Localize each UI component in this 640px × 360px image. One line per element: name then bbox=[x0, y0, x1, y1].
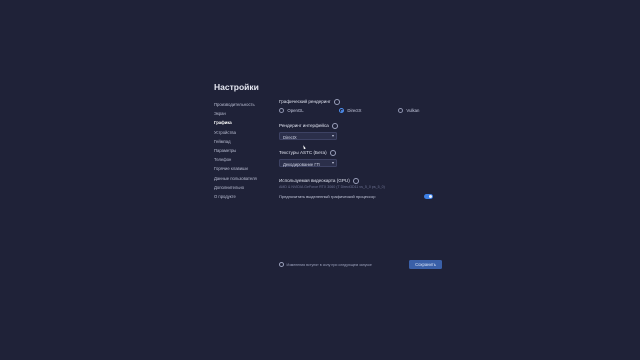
ui-renderer-label: Рендеринг интерфейса bbox=[279, 123, 329, 129]
sidebar-item-phone[interactable]: Телефон bbox=[214, 155, 284, 164]
page-title: Настройки bbox=[214, 82, 259, 92]
radio-circle-icon bbox=[279, 108, 285, 114]
radio-vulkan[interactable]: Vulkan bbox=[398, 108, 420, 114]
ui-renderer-select[interactable]: DirectX bbox=[279, 132, 337, 140]
restart-note-text: Изменения вступят в силу при следующем з… bbox=[286, 262, 372, 267]
prefer-dedicated-gpu-toggle[interactable] bbox=[424, 194, 433, 199]
radio-label: Vulkan bbox=[406, 108, 420, 114]
sidebar-item-devices[interactable]: Устройства bbox=[214, 128, 284, 137]
info-icon[interactable] bbox=[329, 149, 336, 156]
sidebar-item-display[interactable]: Экран bbox=[214, 109, 284, 118]
radio-label: OpenGL bbox=[287, 108, 304, 114]
prefer-dedicated-gpu-label: Предпочитать выделенный графический проц… bbox=[279, 194, 376, 199]
mouse-cursor-icon bbox=[302, 144, 306, 150]
astc-label: Текстуры ASTC (Бета) bbox=[279, 150, 327, 156]
settings-sidebar: Производительность Экран Графика Устройс… bbox=[214, 100, 284, 201]
sidebar-item-gamepad[interactable]: Геймпад bbox=[214, 137, 284, 146]
radio-opengl[interactable]: OpenGL bbox=[279, 108, 304, 114]
chevron-down-icon bbox=[331, 135, 334, 137]
sidebar-item-parameters[interactable]: Параметры bbox=[214, 146, 284, 155]
radio-label: DirectX bbox=[347, 108, 362, 114]
astc-value: Декодирование ГП bbox=[283, 161, 320, 167]
sidebar-item-graphics[interactable]: Графика bbox=[214, 118, 284, 127]
astc-select[interactable]: Декодирование ГП bbox=[279, 159, 337, 167]
gpu-section-label: Используемая видеокарта (GPU) bbox=[279, 177, 359, 184]
renderer-label: Графический рендеринг bbox=[279, 99, 331, 105]
gpu-name: AMD & NVIDIA GeForce RTX 3060 (T Direct3… bbox=[279, 185, 385, 189]
info-icon bbox=[279, 262, 284, 267]
sidebar-item-advanced[interactable]: Дополнительно bbox=[214, 183, 284, 192]
gpu-label: Используемая видеокарта (GPU) bbox=[279, 178, 350, 184]
sidebar-item-user-data[interactable]: Данные пользователя bbox=[214, 174, 284, 183]
info-icon[interactable] bbox=[333, 98, 340, 105]
info-icon[interactable] bbox=[331, 122, 338, 129]
renderer-radio-group: OpenGL DirectX Vulkan bbox=[279, 108, 439, 114]
radio-circle-selected-icon bbox=[339, 108, 345, 114]
renderer-section-label: Графический рендеринг bbox=[279, 98, 340, 105]
radio-directx[interactable]: DirectX bbox=[339, 108, 362, 114]
restart-note: Изменения вступят в силу при следующем з… bbox=[279, 262, 372, 267]
info-icon[interactable] bbox=[352, 177, 359, 184]
radio-circle-icon bbox=[398, 108, 404, 114]
sidebar-item-hotkeys[interactable]: Горячие клавиши bbox=[214, 164, 284, 173]
chevron-down-icon bbox=[331, 162, 334, 164]
save-button[interactable]: Сохранить bbox=[409, 260, 442, 269]
ui-renderer-section-label: Рендеринг интерфейса bbox=[279, 122, 338, 129]
sidebar-item-about[interactable]: О продукте bbox=[214, 192, 284, 201]
ui-renderer-value: DirectX bbox=[283, 134, 297, 140]
astc-section-label: Текстуры ASTC (Бета) bbox=[279, 149, 336, 156]
sidebar-item-performance[interactable]: Производительность bbox=[214, 100, 284, 109]
